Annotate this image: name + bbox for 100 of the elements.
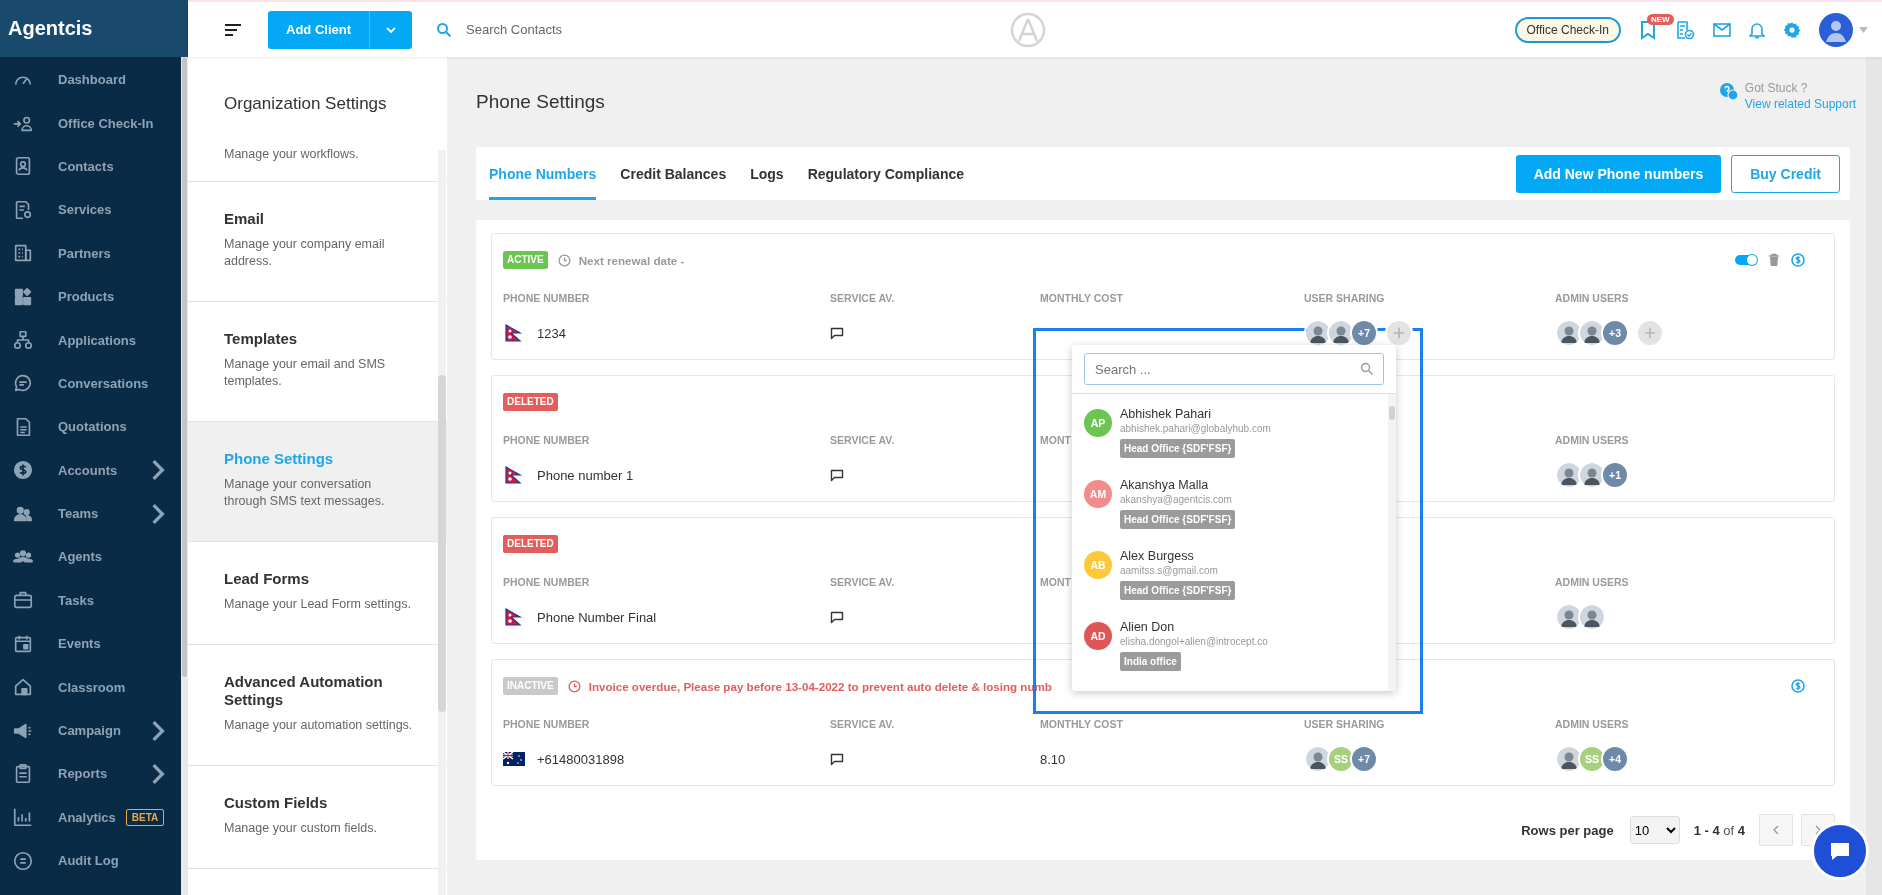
more-users-count: +1 — [1601, 461, 1629, 489]
settings-item-title: Templates — [224, 330, 299, 348]
column-heading: SERVICE AV. — [830, 717, 896, 731]
user-option[interactable]: AM Akanshya Malla akanshya@agentcis.com Head Office {SDF'FSF} — [1072, 465, 1388, 536]
dollar-icon[interactable] — [1791, 679, 1805, 693]
avatar-silhouette-icon — [1578, 603, 1606, 631]
settings-item-description: Manage your conversation through SMS text messages. — [224, 476, 386, 510]
dollar-icon[interactable] — [1791, 253, 1805, 267]
settings-item-description: Manage your Lead Form settings. — [224, 596, 412, 613]
search-icon[interactable] — [436, 21, 452, 38]
status-toggle[interactable] — [1735, 255, 1757, 265]
sidebar-item[interactable]: Agents — [0, 535, 181, 579]
sidebar-item[interactable]: Conversations — [0, 361, 181, 406]
user-option[interactable]: AP Abhishek Pahari abhishek.pahari@globalyhub.com Head Office {SDF'FSF} — [1072, 394, 1388, 465]
checklist-icon[interactable] — [1675, 19, 1695, 40]
settings-item-title: Email — [224, 210, 266, 228]
company-logo — [1010, 11, 1046, 48]
settings-icon[interactable] — [1783, 20, 1801, 39]
more-users-count: +4 — [1601, 745, 1629, 773]
office-tag: Head Office {SDF'FSF} — [1120, 510, 1236, 529]
sidebar-item[interactable]: Quotations — [0, 405, 181, 449]
speech-bubble-icon — [830, 468, 844, 482]
column-heading: MONTHLY COST — [1040, 291, 1124, 305]
column-heading: MONT — [1040, 433, 1072, 447]
settings-item-description: Manage your email and SMS templates. — [224, 356, 387, 390]
column-heading: SERVICE AV. — [830, 433, 896, 447]
sidebar-item[interactable]: Accounts — [0, 448, 181, 492]
more-users-count: +7 — [1350, 319, 1378, 347]
sidebar-item[interactable]: Audit Log — [0, 839, 181, 883]
sidebar-item[interactable]: Partners — [0, 231, 181, 275]
status-badge: DELETED — [503, 535, 558, 553]
settings-item[interactable]: Phone Settings Manage your conversation through SMS text messages. — [188, 422, 447, 542]
rows-per-page-select[interactable]: 10 — [1629, 816, 1680, 844]
sidebar-item[interactable]: Office Check-In — [0, 101, 181, 145]
tab[interactable]: Regulatory Compliance — [807, 147, 964, 200]
app-logo[interactable]: Agentcis — [8, 17, 93, 40]
sidebar-item[interactable]: Classroom — [0, 665, 181, 709]
sidebar-item[interactable]: Applications — [0, 318, 181, 362]
help-title: Got Stuck ? — [1744, 80, 1809, 96]
column-heading: USER SHARING — [1304, 717, 1386, 731]
flag-icon — [503, 466, 525, 484]
user-avatar[interactable] — [1819, 12, 1853, 47]
sidebar-item[interactable]: Events — [0, 622, 181, 666]
column-heading: SERVICE AV. — [830, 291, 896, 305]
sidebar-item[interactable]: Teams — [0, 491, 181, 536]
bar-chart-icon — [12, 806, 34, 829]
clock-icon — [567, 679, 581, 693]
scrollbar-thumb[interactable] — [1389, 406, 1395, 420]
chevron-left-icon — [1772, 825, 1780, 835]
tab[interactable]: Logs — [750, 147, 784, 200]
sidebar-item[interactable]: Contacts — [0, 144, 181, 189]
scrollbar[interactable] — [1866, 57, 1882, 895]
user-option[interactable]: AB Alex Burgess aamitss.s@gmail.com Head Office {SDF'FSF} — [1072, 536, 1388, 607]
column-heading: PHONE NUMBER — [503, 291, 591, 305]
user-email: abhishek.pahari@globalyhub.com — [1120, 422, 1271, 436]
trash-icon[interactable] — [1767, 253, 1781, 267]
column-heading: MONTHLY COST — [1040, 717, 1124, 731]
office-check-in-button[interactable]: Office Check-In — [1514, 16, 1621, 43]
page-title: Phone Settings — [476, 91, 605, 113]
dollar-icon — [12, 459, 34, 482]
user-initials-avatar: AB — [1084, 551, 1112, 579]
phone-number: 1234 — [537, 325, 566, 341]
office-tag: Head Office {SDF'FSF} — [1120, 581, 1236, 600]
column-heading: SERVICE AV. — [830, 575, 896, 589]
user-email: aamitss.s@gmail.com — [1120, 564, 1218, 578]
user-email: akanshya@agentcis.com — [1120, 493, 1232, 507]
user-email: elisha.dongol+alien@introcept.co — [1120, 635, 1268, 649]
caret-icon[interactable] — [1859, 26, 1868, 33]
user-option[interactable]: AD Alien Don elisha.dongol+alien@introcept.co India office — [1072, 607, 1388, 678]
column-heading: MONT — [1040, 575, 1072, 589]
more-users-count: +3 — [1601, 319, 1629, 347]
monthly-cost: 8.10 — [1040, 751, 1066, 767]
menu-icon[interactable] — [224, 22, 242, 37]
bell-icon[interactable] — [1749, 20, 1765, 39]
sidebar-item[interactable]: Campaign — [0, 708, 181, 753]
column-heading: ADMIN USERS — [1555, 717, 1630, 731]
column-heading: PHONE NUMBER — [503, 433, 591, 447]
sidebar-item[interactable]: Products — [0, 274, 181, 319]
search-field[interactable]: Search ... — [1084, 353, 1384, 385]
column-heading: ADMIN USERS — [1555, 433, 1630, 447]
sidebar-item[interactable]: Tasks — [0, 578, 181, 623]
speech-bubble-icon — [830, 752, 844, 766]
flag-icon — [503, 324, 525, 342]
mail-icon[interactable] — [1713, 22, 1731, 37]
sidebar-item[interactable]: Services — [0, 188, 181, 232]
tab[interactable]: Credit Balances — [620, 147, 727, 200]
column-heading: USER SHARING — [1304, 291, 1386, 305]
speech-bubble-icon — [830, 326, 844, 340]
sidebar-item[interactable]: Reports — [0, 752, 181, 796]
column-heading: PHONE NUMBER — [503, 575, 591, 589]
beta-badge: BETA — [125, 808, 165, 826]
settings-item-title: Phone Settings — [224, 450, 335, 468]
settings-item-title: Custom Fields — [224, 794, 329, 812]
user-name: Akanshya Malla — [1120, 477, 1209, 493]
scrollbar-thumb[interactable] — [182, 57, 187, 677]
column-heading: ADMIN USERS — [1555, 291, 1630, 305]
sidebar-item[interactable]: Analytics BETA — [0, 795, 181, 840]
renewal-date: Next renewal date - — [578, 253, 685, 267]
sidebar-item[interactable]: Dashboard — [0, 58, 181, 102]
scrollbar-thumb[interactable] — [438, 375, 446, 712]
